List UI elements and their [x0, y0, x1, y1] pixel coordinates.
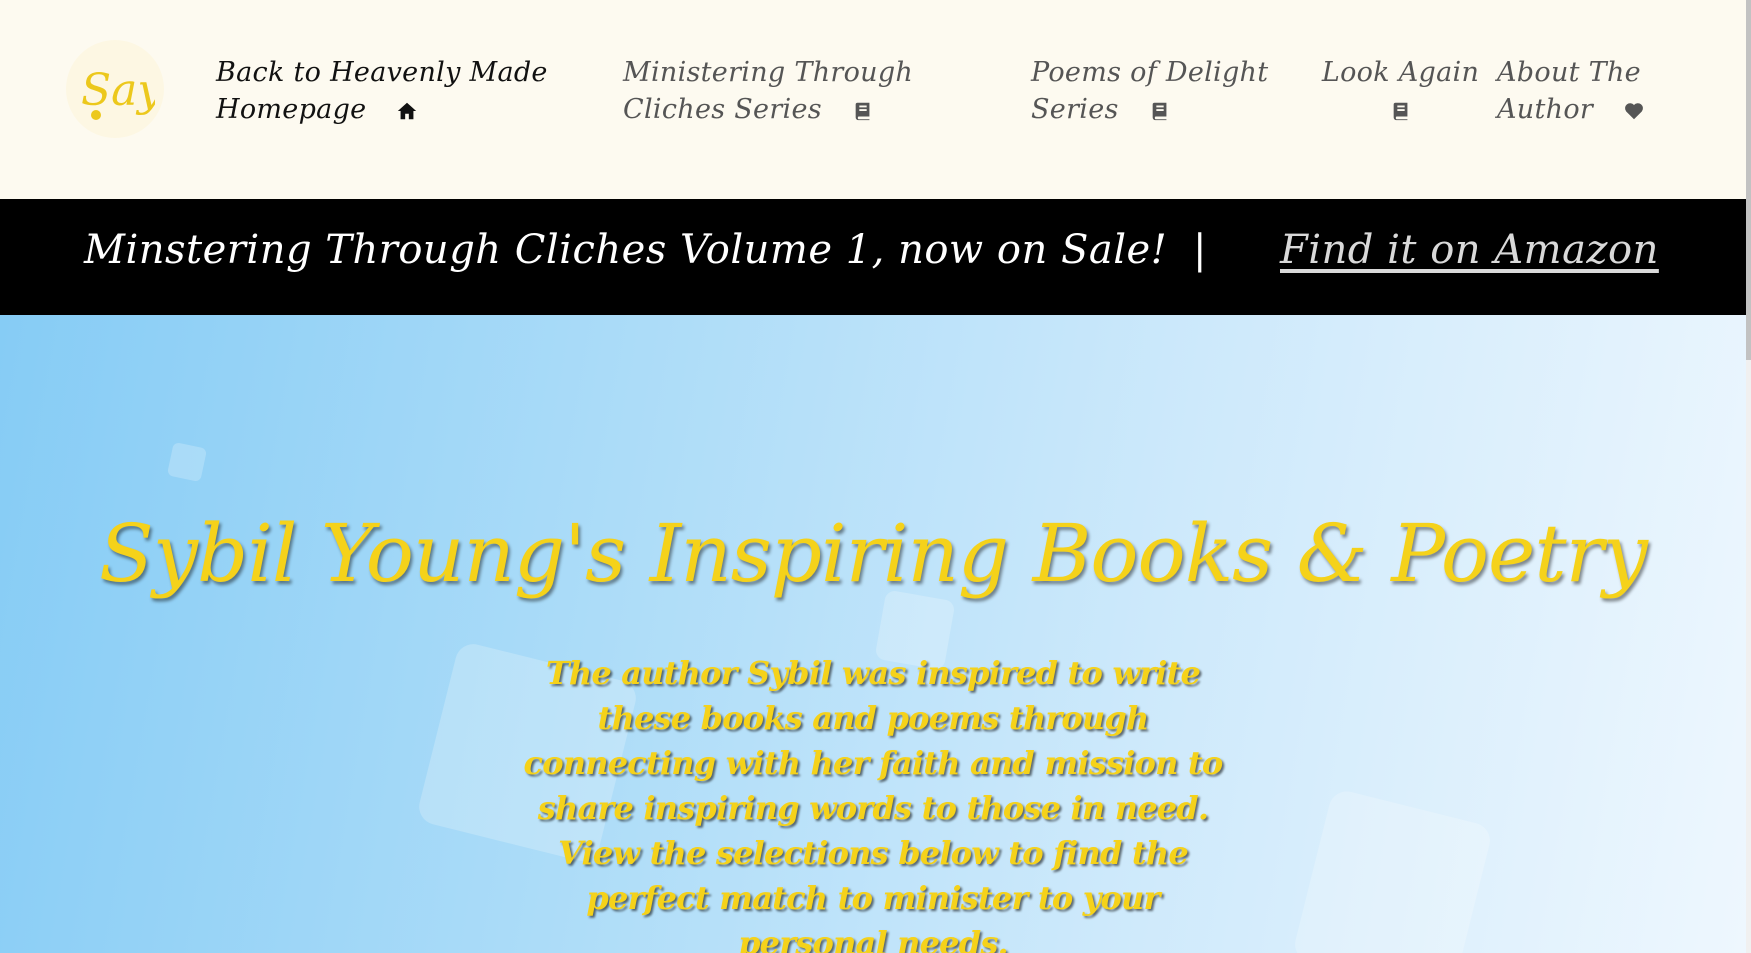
hero-description: The author Sybil was inspired to write t…: [523, 654, 1224, 953]
nav-item-label: Back to Heavenly Made Homepage: [216, 57, 548, 125]
hero-section: Sybil Young's Inspiring Books & Poetry T…: [0, 315, 1746, 953]
logo[interactable]: Say: [66, 40, 164, 138]
nav-item-poems-series[interactable]: Poems of Delight Series: [1031, 54, 1281, 128]
hero-title: Sybil Young's Inspiring Books & Poetry: [99, 507, 1648, 600]
promo-text: Minstering Through Cliches Volume 1, now…: [84, 227, 1168, 273]
promo-separator: |: [1193, 227, 1207, 273]
heart-icon: [1623, 100, 1645, 122]
home-icon: [396, 100, 418, 122]
nav-item-homepage[interactable]: Back to Heavenly Made Homepage: [216, 54, 556, 128]
promo-banner: Minstering Through Cliches Volume 1, now…: [0, 199, 1746, 315]
nav-item-ministering-series[interactable]: Ministering Through Cliches Series: [623, 54, 943, 128]
scrollbar-thumb[interactable]: [1746, 0, 1751, 360]
page: Say Back to Heavenly Made Homepage Minis…: [0, 0, 1751, 953]
nav-item-label: About The Author: [1497, 57, 1641, 125]
top-navbar: Say Back to Heavenly Made Homepage Minis…: [0, 0, 1746, 199]
scrollbar[interactable]: [1746, 0, 1751, 953]
nav-item-about-author[interactable]: About The Author: [1497, 54, 1682, 128]
nav-item-label: Look Again: [1321, 57, 1480, 88]
decorative-square: [1291, 787, 1494, 953]
svg-text:Say: Say: [81, 65, 155, 116]
logo-icon: Say: [81, 65, 155, 120]
nav-item-look-again[interactable]: Look Again: [1318, 54, 1483, 128]
decorative-square: [166, 441, 208, 483]
book-icon: [1149, 100, 1171, 122]
book-icon: [852, 100, 874, 122]
book-icon: [1390, 100, 1412, 122]
amazon-link[interactable]: Find it on Amazon: [1280, 227, 1659, 273]
